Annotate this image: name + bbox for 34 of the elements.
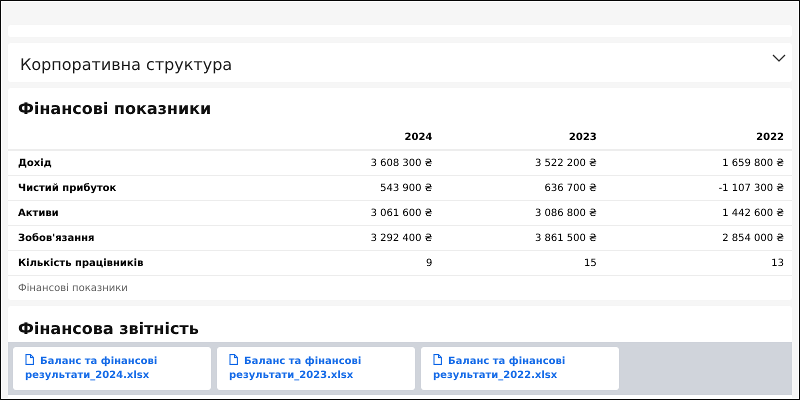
table-cell: 3 861 500 ₴ bbox=[432, 226, 597, 250]
file-link[interactable]: Баланс та фінансові результати_2022.xlsx bbox=[421, 347, 619, 390]
section-title: Корпоративна структура bbox=[20, 55, 232, 74]
table-cell: -1 107 300 ₴ bbox=[596, 176, 792, 200]
section-title: Фінансова звітність bbox=[17, 318, 200, 340]
table-cell: 3 061 600 ₴ bbox=[268, 200, 432, 226]
document-icon bbox=[25, 354, 34, 365]
row-label: Дохід bbox=[8, 150, 268, 176]
document-icon bbox=[433, 354, 442, 365]
table-cell: 636 700 ₴ bbox=[432, 176, 597, 200]
table-cell: 2 854 000 ₴ bbox=[596, 226, 792, 250]
row-label: Чистий прибуток bbox=[8, 176, 268, 200]
table-cell: 3 292 400 ₴ bbox=[268, 226, 432, 250]
column-header: 2024 bbox=[268, 126, 432, 150]
row-label: Зобов'язання bbox=[8, 226, 268, 250]
row-label: Активи bbox=[8, 200, 268, 226]
table-cell: 3 608 300 ₴ bbox=[268, 150, 432, 176]
table-cell: 15 bbox=[432, 250, 597, 276]
table-cell: 3 086 800 ₴ bbox=[432, 200, 597, 226]
table-cell: 1 659 800 ₴ bbox=[596, 150, 792, 176]
table-cell: 3 522 200 ₴ bbox=[432, 150, 597, 176]
chevron-icon[interactable] bbox=[772, 54, 786, 62]
table-cell: 543 900 ₴ bbox=[268, 176, 432, 200]
column-header: 2023 bbox=[432, 126, 597, 150]
table-cell: 9 bbox=[268, 250, 432, 276]
row-label: Кількість працівників bbox=[8, 250, 268, 276]
column-header: 2022 bbox=[596, 126, 792, 150]
table-caption: Фінансові показники bbox=[17, 282, 129, 296]
file-link[interactable]: Баланс та фінансові результати_2023.xlsx bbox=[217, 347, 415, 390]
table-cell: 1 442 600 ₴ bbox=[596, 200, 792, 226]
document-icon bbox=[229, 354, 238, 365]
file-link[interactable]: Баланс та фінансові результати_2024.xlsx bbox=[13, 347, 211, 390]
table-cell: 13 bbox=[596, 250, 792, 276]
section-title: Фінансові показники bbox=[17, 98, 212, 120]
